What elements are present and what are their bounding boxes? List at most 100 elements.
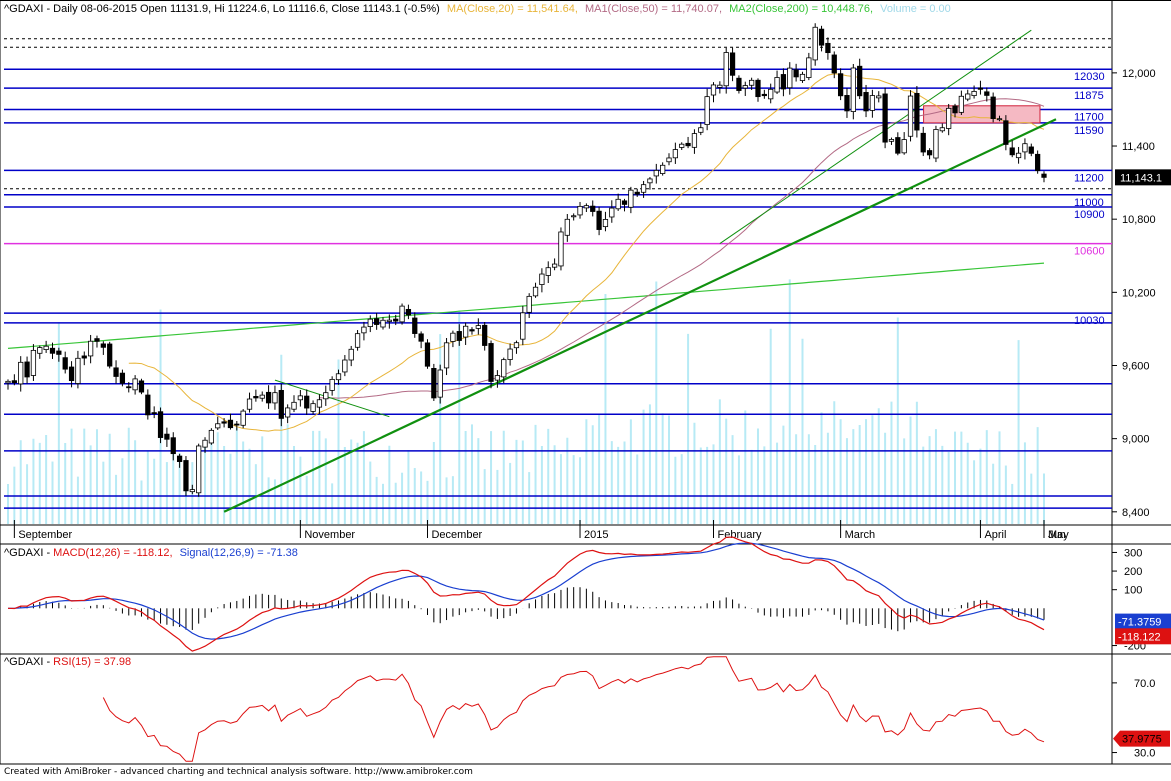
candle-body <box>221 421 227 424</box>
candle-body <box>532 286 539 297</box>
candle-body <box>272 392 278 404</box>
candle-body <box>310 403 316 412</box>
candle-body <box>984 91 990 96</box>
candle-body <box>348 348 354 361</box>
candle-body <box>901 139 907 154</box>
candle-body <box>450 332 456 342</box>
candle-body <box>151 412 157 415</box>
candle-body <box>234 423 240 426</box>
candle-body <box>952 105 958 114</box>
candle-body <box>551 263 558 268</box>
resistance-zone <box>923 105 1041 124</box>
date-label: March <box>845 529 876 541</box>
candle-body <box>628 189 634 208</box>
candle-body <box>564 218 570 236</box>
rsi-last-label: 37.9775 <box>1122 734 1162 746</box>
candle-body <box>723 52 729 87</box>
rsi-header-prefix: ^GDAXI - <box>4 656 53 668</box>
candle-body <box>469 329 475 332</box>
candle-body <box>926 150 933 156</box>
candle-body <box>520 312 526 340</box>
chart-window: 12030 11875 11700 11590 11200 11000 10900 10600… <box>0 0 1171 781</box>
level-label: 10600 <box>1074 246 1105 258</box>
candle-body <box>291 401 297 410</box>
candle-body <box>107 343 113 367</box>
candle-body <box>278 389 284 419</box>
candle-body <box>590 205 596 212</box>
candle-body <box>443 342 450 369</box>
candle-body <box>424 342 431 367</box>
candle-body <box>208 429 215 444</box>
candle-body <box>895 137 901 154</box>
candle-body <box>11 380 17 384</box>
candle-body <box>774 77 780 93</box>
price-tick-label: 9,600 <box>1122 360 1150 372</box>
candle-body <box>882 93 888 143</box>
candle-body <box>1022 143 1028 153</box>
price-axis: 8,400 9,000 9,600 10,200 10,800 11,400 12,000 1… <box>1112 68 1171 519</box>
candle-body <box>761 93 767 97</box>
candle-body <box>456 331 462 341</box>
candle-body <box>215 423 221 429</box>
candle-body <box>869 95 876 111</box>
candle-body <box>24 361 30 378</box>
candle-body <box>837 73 844 97</box>
candle-body <box>818 28 825 46</box>
candle-body <box>812 26 818 61</box>
macd-tick-label: 200 <box>1124 566 1142 578</box>
level-label: 11000 <box>1074 197 1104 209</box>
candle-body <box>507 348 513 360</box>
candle-body <box>666 157 672 163</box>
ma200-line <box>7 262 1045 349</box>
macd-header-signal: Signal(12,26,9) = -71.38 <box>180 547 298 559</box>
candle-body <box>386 319 392 322</box>
candle-body <box>43 345 49 350</box>
price-tick-label: 11,400 <box>1122 141 1155 153</box>
level-label: 10030 <box>1074 315 1105 327</box>
candle-body <box>685 142 691 147</box>
candle-body <box>946 107 952 129</box>
candle-body <box>526 295 532 313</box>
candle-body <box>876 95 882 99</box>
main-uptrend-line <box>223 118 1057 513</box>
candle-body <box>780 74 787 90</box>
candle-body <box>240 410 246 426</box>
candle-body <box>380 319 386 328</box>
candle-body <box>329 378 335 391</box>
candle-body <box>297 395 303 401</box>
candle-body <box>488 343 494 382</box>
rsi-header-rsi: RSI(15) = 37.98 <box>53 656 131 668</box>
level-label: 11875 <box>1074 90 1104 102</box>
candle-body <box>88 340 94 357</box>
macd-header-prefix: ^GDAXI - <box>4 547 53 559</box>
candle-body <box>863 92 869 112</box>
candle-body <box>418 333 424 342</box>
candle-body <box>857 65 863 97</box>
candle-body <box>1041 173 1047 178</box>
candle-body <box>513 342 520 349</box>
candle-body <box>583 205 590 209</box>
candle-body <box>501 359 507 378</box>
date-label: 2015 <box>584 529 608 541</box>
candle-body <box>196 445 202 494</box>
candle-body <box>170 437 176 455</box>
candle-body <box>5 380 11 384</box>
rsi-tick-label: 70.0 <box>1134 678 1155 690</box>
header-volume: Volume = 0.00 <box>880 3 951 15</box>
candle-body <box>729 52 736 76</box>
candle-body <box>660 164 666 174</box>
candle-body <box>405 308 412 316</box>
candle-body <box>183 460 189 492</box>
candle-body <box>615 198 621 210</box>
price-tick-label: 9,000 <box>1122 434 1150 446</box>
candle-body <box>189 489 195 493</box>
candle-body <box>1015 152 1022 159</box>
candle-body <box>545 267 551 276</box>
candle-body <box>698 127 704 133</box>
macd-header-macd: MACD(12,26) = -118.12, <box>53 547 172 559</box>
candle-body <box>996 118 1003 121</box>
candle-body <box>145 394 151 416</box>
candle-body <box>558 231 564 267</box>
candle-body <box>437 369 443 398</box>
candle-body <box>412 317 418 334</box>
